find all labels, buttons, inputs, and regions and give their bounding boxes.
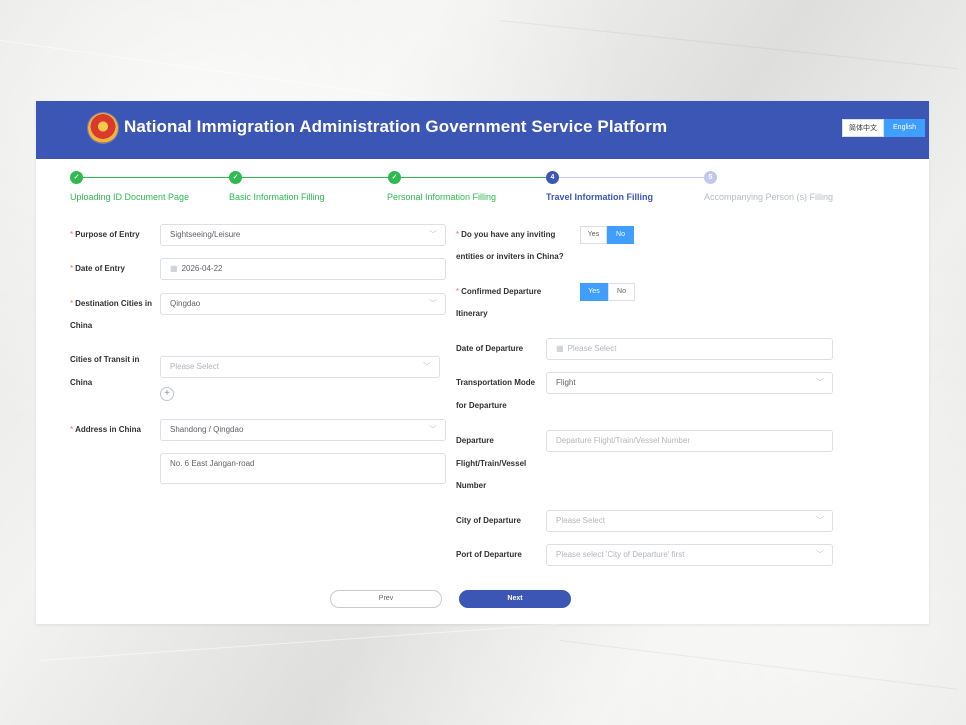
- confirmed-itinerary-label-line2: Itinerary: [456, 309, 488, 318]
- site-title: National Immigration Administration Gove…: [124, 117, 668, 136]
- departure-number-label-line3: Number: [456, 481, 487, 490]
- chevron-down-icon: ﹀: [816, 378, 824, 387]
- transportation-mode-label-line2: for Departure: [456, 401, 507, 410]
- step-connector: [235, 177, 393, 178]
- chevron-down-icon: ﹀: [429, 425, 437, 434]
- site-header: National Immigration Administration Gove…: [36, 101, 929, 159]
- cities-of-transit-select[interactable]: Please Select ﹀: [160, 356, 440, 378]
- chevron-down-icon: ﹀: [816, 516, 824, 525]
- city-of-departure-label: City of Departure: [456, 516, 521, 525]
- step-2-check-icon: ✓: [229, 171, 242, 184]
- destination-cities-label-line2: China: [70, 321, 93, 330]
- step-3-check-icon: ✓: [388, 171, 401, 184]
- step-5-number: 5: [704, 171, 717, 184]
- itinerary-no-toggle[interactable]: No: [608, 283, 635, 301]
- chevron-down-icon: ﹀: [816, 550, 824, 559]
- chevron-down-icon: ﹀: [429, 299, 437, 308]
- inviting-entities-label: * Do you have any inviting: [456, 230, 556, 239]
- cities-of-transit-label: Cities of Transit in: [70, 355, 140, 364]
- chevron-down-icon: ﹀: [423, 362, 431, 371]
- date-of-departure-label: Date of Departure: [456, 344, 524, 353]
- language-chinese-button[interactable]: 简体中文: [842, 119, 884, 137]
- transportation-mode-select[interactable]: Flight ﹀: [546, 372, 833, 394]
- step-5-label: Accompanying Person (s) Filling: [704, 192, 834, 202]
- step-connector: [553, 177, 711, 178]
- step-4-number: 4: [546, 171, 559, 184]
- confirmed-itinerary-label: * Confirmed Departure: [456, 287, 542, 296]
- calendar-icon: ▦: [556, 344, 564, 353]
- purpose-of-entry-label: * Purpose of Entry: [70, 230, 140, 239]
- step-connector: [394, 177, 552, 178]
- address-region-select[interactable]: Shandong / Qingdao ﹀: [160, 419, 446, 441]
- departure-number-input[interactable]: Departure Flight/Train/Vessel Number: [546, 430, 833, 452]
- chevron-down-icon: ﹀: [429, 230, 437, 239]
- address-in-china-label: * Address in China: [70, 425, 141, 434]
- purpose-of-entry-select[interactable]: Sightseeing/Leisure ﹀: [160, 224, 446, 246]
- port-of-departure-select[interactable]: Please select 'City of Departure' first ﹀: [546, 544, 833, 566]
- date-of-departure-picker[interactable]: ▦ Please Select: [546, 338, 833, 360]
- step-1-check-icon: ✓: [70, 171, 83, 184]
- prev-button[interactable]: Prev: [330, 590, 442, 608]
- plus-icon: +: [164, 388, 170, 399]
- inviting-yes-toggle[interactable]: Yes: [580, 226, 607, 244]
- departure-number-label: Departure: [456, 436, 494, 445]
- progress-steps: ✓ ✓ ✓ 4 5 Uploading ID Document Page Bas…: [36, 159, 929, 219]
- destination-cities-select[interactable]: Qingdao ﹀: [160, 293, 446, 315]
- transportation-mode-label: Transportation Mode: [456, 378, 536, 387]
- port-of-departure-label: Port of Departure: [456, 550, 522, 559]
- departure-number-label-line2: Flight/Train/Vessel: [456, 459, 527, 468]
- itinerary-yes-toggle[interactable]: Yes: [580, 283, 608, 301]
- language-english-button[interactable]: English: [884, 119, 925, 137]
- add-transit-city-button[interactable]: +: [160, 387, 174, 401]
- city-of-departure-select[interactable]: Please Select ﹀: [546, 510, 833, 532]
- inviting-no-toggle[interactable]: No: [607, 226, 634, 244]
- step-2-label: Basic Information Filling: [229, 192, 325, 202]
- cities-of-transit-label-line2: China: [70, 378, 93, 387]
- next-button[interactable]: Next: [459, 590, 571, 608]
- destination-cities-label: * Destination Cities in: [70, 299, 153, 308]
- date-of-entry-picker[interactable]: ▦ 2026-04-22: [160, 258, 446, 280]
- application-window: National Immigration Administration Gove…: [36, 101, 929, 624]
- step-1-label: Uploading ID Document Page: [70, 192, 190, 202]
- national-emblem-icon: [88, 113, 118, 143]
- step-connector: [76, 177, 234, 178]
- step-4-label: Travel Information Filling: [546, 192, 654, 202]
- inviting-entities-label-line2: entities or inviters in China?: [456, 252, 564, 261]
- address-detail-textarea[interactable]: No. 6 East Jangan-road: [160, 453, 446, 484]
- step-3-label: Personal Information Filling: [387, 192, 497, 202]
- date-of-entry-label: * Date of Entry: [70, 264, 125, 273]
- calendar-icon: ▦: [170, 264, 178, 273]
